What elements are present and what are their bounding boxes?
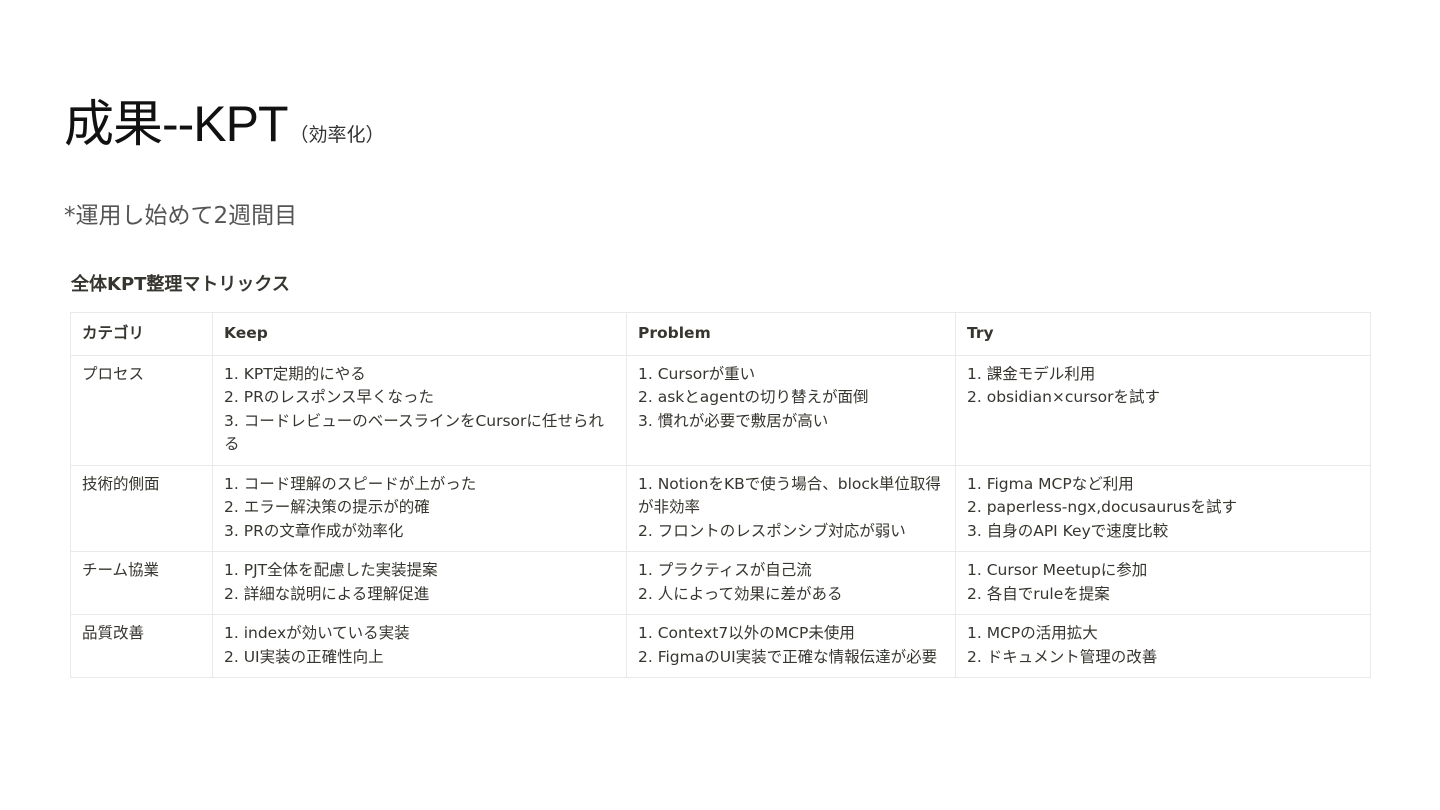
header-keep: Keep bbox=[212, 312, 627, 356]
list-item: 3. コードレビューのベースラインをCursorに任せられる bbox=[224, 411, 604, 454]
category-cell: チーム協業 bbox=[70, 551, 213, 615]
keep-list: 1. コード理解のスピードが上がった 2. エラー解決策の提示が的確 3. PRの文… bbox=[224, 473, 615, 544]
kpt-matrix-table: カテゴリ Keep Problem Try プロセス 1. KPT定期的にやる 2.… bbox=[70, 312, 1371, 678]
slide-note: *運用し始めて2週間目 bbox=[64, 203, 298, 229]
keep-cell: 1. コード理解のスピードが上がった 2. エラー解決策の提示が的確 3. PRの文… bbox=[212, 464, 627, 552]
category-cell: プロセス bbox=[70, 354, 213, 466]
try-list: 1. 課金モデル利用 2. obsidian×cursorを試す bbox=[967, 363, 1359, 410]
keep-list: 1. PJT全体を配慮した実装提案 2. 詳細な説明による理解促進 bbox=[224, 559, 615, 606]
list-item: 2. 詳細な説明による理解促進 bbox=[224, 584, 430, 603]
list-item: 1. Cursorが重い bbox=[638, 364, 756, 383]
problem-list: 1. NotionをKBで使う場合、block単位取得が非効率 2. フロントのレ… bbox=[638, 473, 944, 544]
try-list: 1. Figma MCPなど利用 2. paperless-ngx,docusau… bbox=[967, 473, 1359, 544]
category-cell: 品質改善 bbox=[70, 614, 213, 678]
list-item: 1. Figma MCPなど利用 bbox=[967, 474, 1134, 493]
list-item: 2. エラー解決策の提示が的確 bbox=[224, 498, 430, 516]
try-list: 1. Cursor Meetupに参加 2. 各自でruleを提案 bbox=[967, 559, 1359, 606]
list-item: 1. Cursor Meetupに参加 bbox=[967, 561, 1148, 579]
try-cell: 1. MCPの活用拡大 2. ドキュメント管理の改善 bbox=[955, 614, 1371, 678]
matrix-heading: 全体KPT整理マトリックス bbox=[71, 274, 290, 295]
list-item: 2. PRのレスポンス早くなった bbox=[224, 388, 435, 406]
keep-cell: 1. indexが効いている実装 2. UI実装の正確性向上 bbox=[212, 614, 627, 678]
table-header-row: カテゴリ Keep Problem Try bbox=[70, 312, 1371, 356]
list-item: 2. FigmaのUI実装で正確な情報伝達が必要 bbox=[638, 647, 938, 666]
list-item: 1. コード理解のスピードが上がった bbox=[224, 474, 477, 493]
list-item: 1. KPT定期的にやる bbox=[224, 364, 366, 383]
list-item: 2. ドキュメント管理の改善 bbox=[967, 647, 1158, 666]
list-item: 2. paperless-ngx,docusaurusを試す bbox=[967, 498, 1237, 516]
table-body: プロセス 1. KPT定期的にやる 2. PRのレスポンス早くなった 3. コードレビ… bbox=[70, 354, 1371, 678]
list-item: 1. Context7以外のMCP未使用 bbox=[638, 624, 855, 642]
list-item: 1. MCPの活用拡大 bbox=[967, 624, 1098, 642]
header-category: カテゴリ bbox=[70, 312, 213, 356]
list-item: 3. 慣れが必要で敷居が高い bbox=[638, 411, 829, 430]
list-item: 1. プラクティスが自己流 bbox=[638, 561, 812, 579]
keep-cell: 1. PJT全体を配慮した実装提案 2. 詳細な説明による理解促進 bbox=[212, 551, 627, 615]
problem-list: 1. Context7以外のMCP未使用 2. FigmaのUI実装で正確な情報伝… bbox=[638, 622, 944, 669]
list-item: 1. NotionをKBで使う場合、block単位取得が非効率 bbox=[638, 474, 941, 517]
table-row: チーム協業 1. PJT全体を配慮した実装提案 2. 詳細な説明による理解促進 1. … bbox=[70, 551, 1371, 615]
keep-list: 1. KPT定期的にやる 2. PRのレスポンス早くなった 3. コードレビューのベ… bbox=[224, 363, 615, 457]
problem-list: 1. プラクティスが自己流 2. 人によって効果に差がある bbox=[638, 559, 944, 606]
problem-cell: 1. プラクティスが自己流 2. 人によって効果に差がある bbox=[626, 551, 956, 615]
table-row: 品質改善 1. indexが効いている実装 2. UI実装の正確性向上 1. Cont… bbox=[70, 614, 1371, 678]
slide-title-suffix: （効率化） bbox=[289, 125, 385, 146]
list-item: 1. PJT全体を配慮した実装提案 bbox=[224, 561, 438, 579]
try-cell: 1. Cursor Meetupに参加 2. 各自でruleを提案 bbox=[955, 551, 1371, 615]
problem-cell: 1. Cursorが重い 2. askとagentの切り替えが面倒 3. 慣れが必要… bbox=[626, 354, 956, 466]
keep-cell: 1. KPT定期的にやる 2. PRのレスポンス早くなった 3. コードレビューのベ… bbox=[212, 354, 627, 466]
list-item: 2. フロントのレスポンシブ対応が弱い bbox=[638, 521, 906, 540]
keep-list: 1. indexが効いている実装 2. UI実装の正確性向上 bbox=[224, 622, 615, 669]
slide-title-main: 成果--KPT bbox=[64, 96, 289, 152]
table-row: 技術的側面 1. コード理解のスピードが上がった 2. エラー解決策の提示が的確 3.… bbox=[70, 464, 1371, 552]
list-item: 2. askとagentの切り替えが面倒 bbox=[638, 388, 869, 406]
list-item: 1. 課金モデル利用 bbox=[967, 364, 1096, 383]
list-item: 2. UI実装の正確性向上 bbox=[224, 647, 384, 666]
table-row: プロセス 1. KPT定期的にやる 2. PRのレスポンス早くなった 3. コードレビ… bbox=[70, 354, 1371, 466]
slide-title: 成果--KPT （効率化） bbox=[64, 84, 385, 156]
category-cell: 技術的側面 bbox=[70, 464, 213, 552]
list-item: 2. 各自でruleを提案 bbox=[967, 584, 1110, 603]
header-problem: Problem bbox=[626, 312, 956, 356]
header-try: Try bbox=[955, 312, 1371, 356]
list-item: 1. indexが効いている実装 bbox=[224, 624, 410, 642]
list-item: 3. 自身のAPI Keyで速度比較 bbox=[967, 521, 1169, 540]
problem-cell: 1. Context7以外のMCP未使用 2. FigmaのUI実装で正確な情報伝… bbox=[626, 614, 956, 678]
list-item: 2. obsidian×cursorを試す bbox=[967, 388, 1161, 406]
problem-list: 1. Cursorが重い 2. askとagentの切り替えが面倒 3. 慣れが必要… bbox=[638, 363, 944, 434]
problem-cell: 1. NotionをKBで使う場合、block単位取得が非効率 2. フロントのレ… bbox=[626, 464, 956, 552]
list-item: 2. 人によって効果に差がある bbox=[638, 584, 843, 603]
try-list: 1. MCPの活用拡大 2. ドキュメント管理の改善 bbox=[967, 622, 1359, 669]
try-cell: 1. 課金モデル利用 2. obsidian×cursorを試す bbox=[955, 354, 1371, 466]
list-item: 3. PRの文章作成が効率化 bbox=[224, 521, 404, 540]
try-cell: 1. Figma MCPなど利用 2. paperless-ngx,docusau… bbox=[955, 464, 1371, 552]
